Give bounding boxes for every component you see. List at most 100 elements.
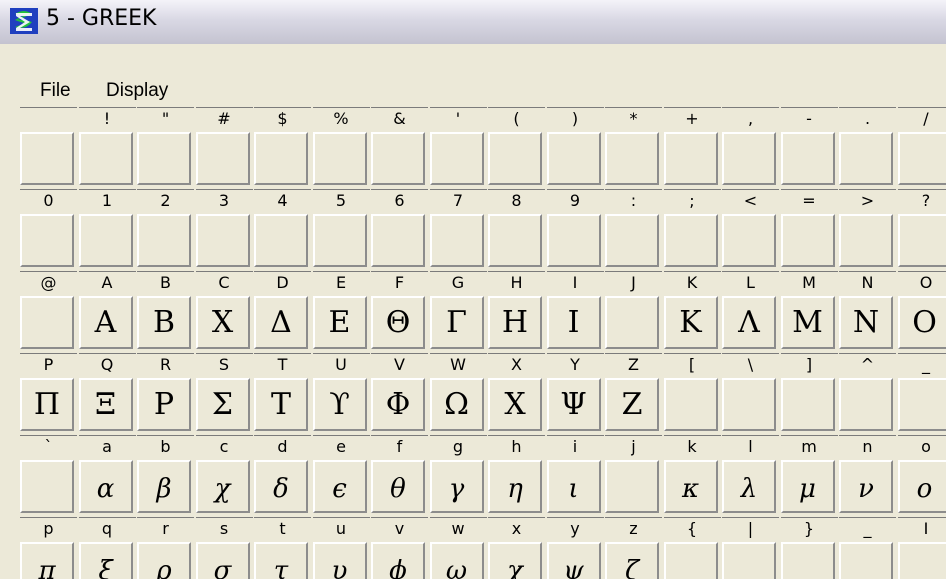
glyph-cell[interactable] [137,132,191,185]
glyph-cell[interactable]: ν [839,460,893,513]
glyph-cell[interactable]: Ζ [605,378,659,431]
glyph-cell[interactable] [605,296,659,349]
glyph-cell[interactable] [839,132,893,185]
glyph-cell[interactable]: β [137,460,191,513]
glyph-cell[interactable]: η [488,460,542,513]
glyph-cell[interactable] [195,132,250,185]
glyph-cell[interactable]: Ι [546,296,601,349]
glyph-cell[interactable] [839,542,893,579]
glyph-cell[interactable] [663,132,718,185]
glyph-cell[interactable] [20,132,74,185]
glyph-cell[interactable] [663,542,718,579]
glyph-cell[interactable] [20,214,74,267]
glyph-cell[interactable]: ϵ [312,460,367,513]
glyph-cell[interactable]: Ψ [546,378,601,431]
glyph-cell[interactable] [780,214,835,267]
glyph-cell[interactable] [546,214,601,267]
glyph-cell[interactable] [780,542,835,579]
glyph-cell[interactable]: υ [312,542,367,579]
glyph-cell[interactable]: ψ [546,542,601,579]
glyph-cell[interactable] [780,378,835,431]
glyph-cell[interactable]: χ [488,542,542,579]
glyph-cell[interactable]: Α [78,296,133,349]
glyph-cell[interactable]: Ε [312,296,367,349]
glyph-cell[interactable]: Π [20,378,74,431]
glyph-cell[interactable] [488,214,542,267]
glyph-cell[interactable]: Χ [195,296,250,349]
glyph-cell[interactable] [839,378,893,431]
glyph-cell[interactable]: Ν [839,296,893,349]
glyph-cell[interactable]: Η [488,296,542,349]
glyph-cell[interactable]: Ο [897,296,946,349]
glyph-cell[interactable]: ξ [78,542,133,579]
glyph-cell[interactable] [371,132,425,185]
glyph-cell[interactable] [897,214,946,267]
glyph-cell[interactable]: Φ [371,378,425,431]
glyph-cell[interactable]: θ [371,460,425,513]
title-bar[interactable]: 5 - GREEK [0,0,946,45]
glyph-cell[interactable]: Β [137,296,191,349]
glyph-cell[interactable] [195,214,250,267]
glyph-cell[interactable] [722,378,776,431]
glyph-cell[interactable] [429,132,484,185]
glyph-cell[interactable] [137,214,191,267]
glyph-cell[interactable] [488,132,542,185]
glyph-cell[interactable]: ι [546,460,601,513]
glyph-cell[interactable] [780,132,835,185]
glyph-cell[interactable]: ζ [605,542,659,579]
glyph-cell[interactable]: Ξ [78,378,133,431]
glyph-cell[interactable]: Μ [780,296,835,349]
glyph-cell[interactable]: Ρ [137,378,191,431]
glyph-cell[interactable]: γ [429,460,484,513]
glyph-cell[interactable]: τ [254,542,308,579]
glyph-cell[interactable] [371,214,425,267]
glyph-cell[interactable]: Τ [254,378,308,431]
glyph-cell[interactable] [312,214,367,267]
glyph-cell[interactable]: ϒ [312,378,367,431]
glyph-cell[interactable]: Γ [429,296,484,349]
glyph-cell[interactable]: κ [663,460,718,513]
glyph-cell[interactable] [839,214,893,267]
glyph-cell[interactable] [546,132,601,185]
glyph-cell[interactable]: Χ [488,378,542,431]
glyph-cell[interactable] [429,214,484,267]
menu-file[interactable]: File [40,80,71,102]
glyph-cell[interactable]: Θ [371,296,425,349]
glyph-cell[interactable] [254,132,308,185]
glyph-cell[interactable] [897,542,946,579]
glyph-cell[interactable]: χ [195,460,250,513]
glyph-cell[interactable]: μ [780,460,835,513]
glyph-cell[interactable] [20,460,74,513]
glyph-cell[interactable]: δ [254,460,308,513]
glyph-cell[interactable]: ρ [137,542,191,579]
glyph-cell[interactable]: Ω [429,378,484,431]
glyph-cell[interactable]: ω [429,542,484,579]
glyph-cell[interactable]: Λ [722,296,776,349]
glyph-cell[interactable]: α [78,460,133,513]
glyph-cell[interactable]: λ [722,460,776,513]
glyph-cell[interactable] [312,132,367,185]
glyph-cell[interactable] [722,132,776,185]
glyph-cell[interactable] [605,214,659,267]
glyph-cell[interactable]: π [20,542,74,579]
glyph-cell[interactable] [78,214,133,267]
glyph-cell[interactable] [663,214,718,267]
glyph-cell[interactable]: Σ [195,378,250,431]
glyph-cell[interactable] [663,378,718,431]
glyph-cell[interactable] [78,132,133,185]
glyph-cell[interactable] [897,378,946,431]
glyph-cell[interactable]: ο [897,460,946,513]
menu-display[interactable]: Display [106,80,168,102]
glyph-cell[interactable]: ϕ [371,542,425,579]
glyph-cell[interactable] [254,214,308,267]
key-label: j [605,435,662,459]
glyph-cell[interactable] [722,542,776,579]
glyph-cell[interactable] [722,214,776,267]
glyph-cell[interactable] [20,296,74,349]
glyph-cell[interactable] [605,132,659,185]
glyph-cell[interactable]: Δ [254,296,308,349]
glyph-cell[interactable] [897,132,946,185]
glyph-cell[interactable]: Κ [663,296,718,349]
glyph-cell[interactable] [605,460,659,513]
glyph-cell[interactable]: σ [195,542,250,579]
